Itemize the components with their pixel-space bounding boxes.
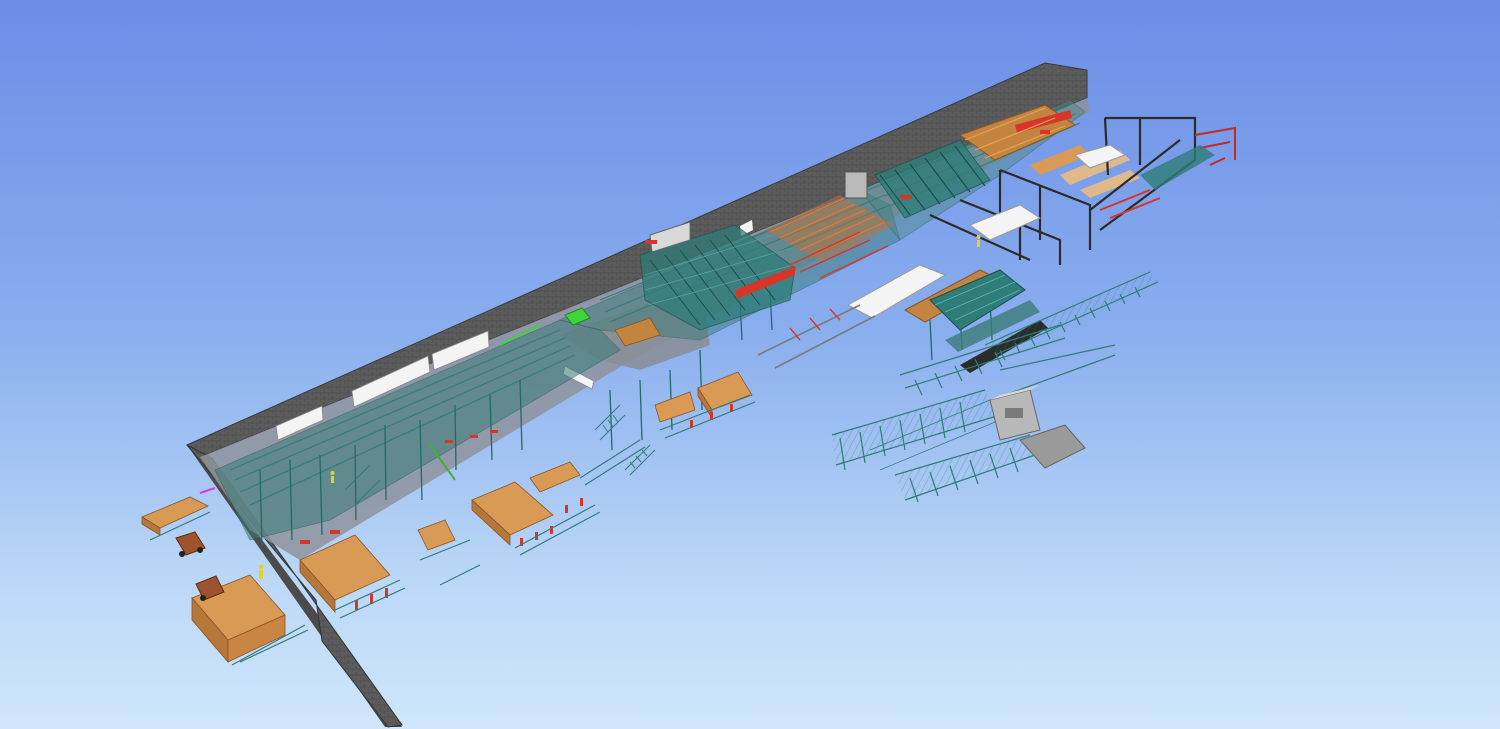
magenta-pipe	[199, 487, 216, 494]
red-end-frame	[1099, 126, 1236, 219]
forklift-1	[175, 531, 206, 557]
3d-viewport[interactable]	[0, 0, 1500, 729]
transfer-rail	[757, 304, 876, 369]
crossing-bridge	[929, 269, 1048, 373]
factory-layout-render	[141, 62, 1236, 728]
